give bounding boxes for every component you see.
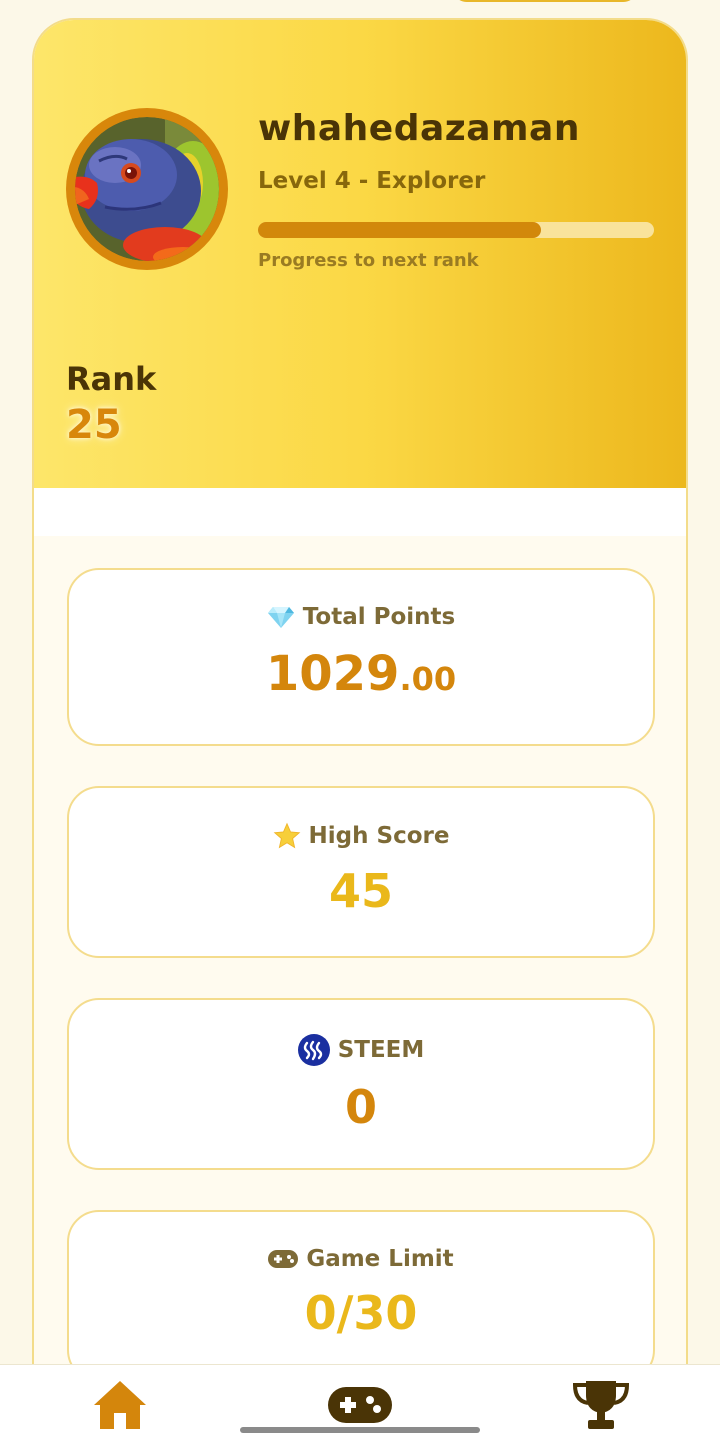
header-divider (34, 488, 686, 536)
profile-screen: whahedazaman Level 4 - Explorer Progress… (0, 0, 720, 1446)
total-points-label: Total Points (302, 604, 456, 630)
steem-label: STEEM (337, 1037, 425, 1063)
total-points-decimals: .00 (399, 660, 457, 698)
game-limit-label: Game Limit (306, 1246, 454, 1272)
bottom-nav (0, 1364, 720, 1446)
gamepad-icon[interactable] (328, 1387, 392, 1423)
steem-logo-icon (297, 1034, 330, 1066)
progress-label: Progress to next rank (258, 250, 479, 271)
avatar-image (75, 117, 219, 261)
home-indicator[interactable] (240, 1427, 480, 1433)
gamepad-icon (268, 1250, 299, 1268)
profile-header: whahedazaman Level 4 - Explorer Progress… (34, 20, 686, 488)
steem-value: 0 (344, 1080, 377, 1134)
gem-icon (267, 607, 294, 628)
game-limit-value: 0/30 (304, 1286, 418, 1340)
trophy-icon[interactable] (572, 1379, 630, 1431)
total-points-card: Total Points 1029.00 (67, 568, 655, 746)
rank-progress-bar (258, 222, 654, 238)
username: whahedazaman (258, 108, 580, 149)
steem-card: STEEM 0 (67, 998, 655, 1170)
rank-label: Rank (66, 360, 157, 398)
high-score-card: High Score 45 (67, 786, 655, 958)
total-points-value: 1029.00 (69, 650, 653, 698)
top-pill-button[interactable] (452, 0, 638, 2)
profile-card: whahedazaman Level 4 - Explorer Progress… (32, 18, 688, 1418)
star-icon (273, 822, 300, 849)
level-label: Level 4 - Explorer (258, 168, 486, 194)
total-points-integer: 1029 (265, 646, 400, 702)
home-icon[interactable] (92, 1379, 148, 1431)
rank-progress-fill (258, 222, 542, 238)
high-score-label: High Score (308, 823, 450, 849)
rank-value: 25 (66, 402, 122, 448)
high-score-value: 45 (328, 864, 393, 918)
game-limit-card: Game Limit 0/30 (67, 1210, 655, 1382)
avatar[interactable] (66, 108, 228, 270)
